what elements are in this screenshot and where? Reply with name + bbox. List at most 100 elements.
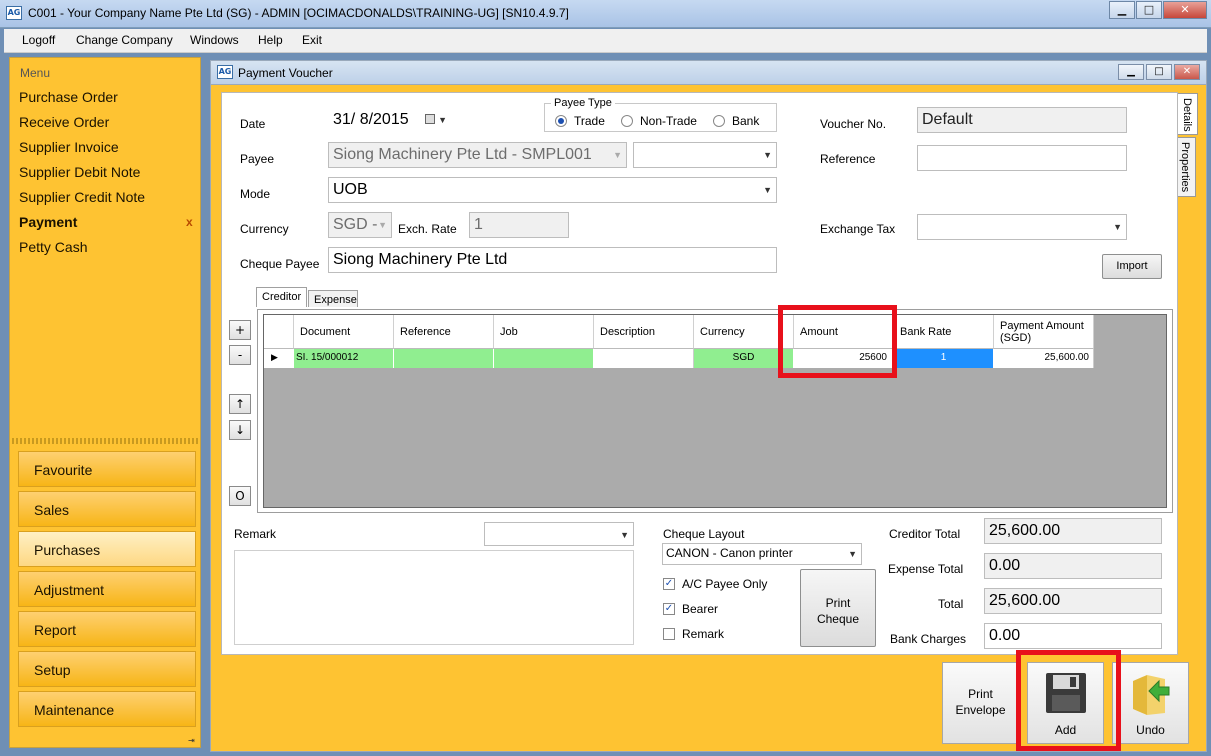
chevron-down-icon[interactable]: ▼	[763, 185, 772, 195]
voucher-no-value: Default	[922, 111, 973, 128]
sidebar-item-petty-cash[interactable]: Petty Cash	[19, 239, 87, 255]
nav-sales[interactable]: Sales	[18, 491, 196, 527]
exch-rate-field[interactable]: 1	[469, 212, 569, 238]
col-reference[interactable]: Reference	[394, 315, 494, 349]
cell-description[interactable]	[594, 349, 694, 368]
row-selector-icon[interactable]: ▶	[264, 349, 294, 368]
tab-expense[interactable]: Expense	[308, 290, 358, 307]
move-down-button[interactable]: ↓	[229, 420, 251, 440]
cheque-layout-value: CANON - Canon printer	[666, 546, 793, 560]
chevron-down-icon[interactable]: ▼	[1113, 222, 1122, 232]
sidebar-item-supplier-invoice[interactable]: Supplier Invoice	[19, 139, 119, 155]
chevron-down-icon[interactable]: ▼	[378, 220, 387, 230]
total-label: Total	[938, 597, 964, 611]
chevron-down-icon[interactable]: ▼	[438, 115, 447, 125]
radio-non-trade-label: Non-Trade	[640, 114, 697, 128]
date-picker[interactable]: 31/ 8/2015 ▼	[328, 107, 452, 133]
menu-change-company[interactable]: Change Company	[76, 33, 173, 47]
cheque-payee-label: Cheque Payee	[240, 257, 320, 271]
payee-secondary-select[interactable]: ▼	[633, 142, 777, 168]
tab-creditor[interactable]: Creditor	[256, 287, 307, 307]
remove-row-button[interactable]: -	[229, 345, 251, 365]
cheque-layout-select[interactable]: CANON - Canon printer ▼	[662, 543, 862, 565]
close-button[interactable]: ✕	[1163, 1, 1207, 19]
col-document[interactable]: Document	[294, 315, 394, 349]
tab-details[interactable]: Details	[1176, 93, 1198, 135]
col-description[interactable]: Description	[594, 315, 694, 349]
cell-job[interactable]	[494, 349, 594, 368]
radio-non-trade[interactable]	[621, 115, 633, 127]
undo-folder-icon	[1133, 675, 1170, 715]
col-bank-rate[interactable]: Bank Rate	[894, 315, 994, 349]
bearer-label: Bearer	[682, 602, 719, 616]
restore-button[interactable]: □	[1136, 1, 1162, 19]
menu-logoff[interactable]: Logoff	[22, 33, 55, 47]
menu-windows[interactable]: Windows	[190, 33, 239, 47]
form-panel: Date 31/ 8/2015 ▼ Payee Siong Machinery …	[221, 92, 1178, 655]
menu-bar: Logoff Change Company Windows Help Exit	[4, 29, 1207, 53]
col-payment-amount[interactable]: Payment Amount (SGD)	[994, 315, 1094, 349]
child-close-button[interactable]: ✕	[1174, 64, 1200, 80]
chevron-down-icon[interactable]: ▼	[763, 150, 772, 160]
nav-report[interactable]: Report	[18, 611, 196, 647]
ac-payee-only-checkbox[interactable]: ✓	[663, 578, 675, 590]
chevron-down-icon[interactable]: ▼	[620, 530, 629, 540]
bearer-checkbox[interactable]: ✓	[663, 603, 675, 615]
child-minimize-button[interactable]: ▁	[1118, 64, 1144, 80]
remark-checkbox[interactable]	[663, 628, 675, 640]
nav-setup[interactable]: Setup	[18, 651, 196, 687]
add-row-button[interactable]: +	[229, 320, 251, 340]
undo-label: Undo	[1136, 723, 1165, 737]
mode-label: Mode	[240, 187, 271, 201]
chevron-down-icon[interactable]: ▼	[848, 549, 857, 559]
close-item-icon[interactable]: x	[186, 215, 193, 229]
sidebar: Menu Purchase Order Receive Order Suppli…	[9, 57, 201, 748]
import-button[interactable]: Import	[1102, 254, 1162, 279]
child-restore-button[interactable]: □	[1146, 64, 1172, 80]
remark-select[interactable]: ▼	[484, 522, 634, 546]
reference-field[interactable]	[917, 145, 1127, 171]
cell-reference[interactable]	[394, 349, 494, 368]
nav-favourite[interactable]: Favourite	[18, 451, 196, 487]
sidebar-item-purchase-order[interactable]: Purchase Order	[19, 89, 118, 105]
voucher-no-field[interactable]: Default	[917, 107, 1127, 133]
chevron-down-icon[interactable]: ▼	[613, 150, 622, 160]
minimize-button[interactable]: ▁	[1109, 1, 1135, 19]
nav-maintenance[interactable]: Maintenance	[18, 691, 196, 727]
currency-select[interactable]: SGD - ▼	[328, 212, 392, 238]
calendar-icon[interactable]	[425, 114, 435, 124]
move-up-button[interactable]: ↑	[229, 394, 251, 414]
cell-bank-rate[interactable]: 1	[894, 349, 994, 368]
cheque-payee-value: Siong Machinery Pte Ltd	[333, 251, 508, 268]
remark-textarea[interactable]	[234, 550, 634, 645]
sidebar-item-payment[interactable]: Payment	[19, 214, 77, 230]
mode-select[interactable]: UOB ▼	[328, 177, 777, 203]
nav-adjustment[interactable]: Adjustment	[18, 571, 196, 607]
payee-type-label: Payee Type	[551, 97, 615, 109]
cell-payment-amount[interactable]: 25,600.00	[994, 349, 1094, 368]
print-envelope-button[interactable]: Print Envelope	[942, 662, 1019, 744]
print-cheque-label-2: Cheque	[816, 612, 860, 626]
undo-button[interactable]: Undo	[1112, 662, 1189, 744]
print-cheque-button[interactable]: Print Cheque	[800, 569, 876, 647]
radio-bank[interactable]	[713, 115, 725, 127]
radio-trade[interactable]	[555, 115, 567, 127]
payee-type-group: Payee Type Trade Non-Trade Bank	[544, 97, 777, 132]
currency-value: SGD -	[333, 216, 378, 233]
menu-help[interactable]: Help	[258, 33, 283, 47]
creditor-grid[interactable]: Document Reference Job Description Curre…	[263, 314, 1167, 508]
cheque-payee-field[interactable]: Siong Machinery Pte Ltd	[328, 247, 777, 273]
menu-exit[interactable]: Exit	[302, 33, 322, 47]
sidebar-splitter[interactable]	[12, 438, 198, 444]
sidebar-scroll-icon[interactable]: ⇥	[188, 736, 195, 745]
cell-document[interactable]: SI. 15/000012	[294, 349, 394, 368]
exchange-tax-select[interactable]: ▼	[917, 214, 1127, 240]
payee-select[interactable]: Siong Machinery Pte Ltd - SMPL001 ▼	[328, 142, 627, 168]
sidebar-item-supplier-credit-note[interactable]: Supplier Credit Note	[19, 189, 145, 205]
bank-charges-field[interactable]: 0.00	[984, 623, 1162, 649]
nav-purchases[interactable]: Purchases	[18, 531, 196, 567]
col-job[interactable]: Job	[494, 315, 594, 349]
sidebar-item-supplier-debit-note[interactable]: Supplier Debit Note	[19, 164, 140, 180]
sidebar-item-receive-order[interactable]: Receive Order	[19, 114, 109, 130]
options-button[interactable]: O	[229, 486, 251, 506]
